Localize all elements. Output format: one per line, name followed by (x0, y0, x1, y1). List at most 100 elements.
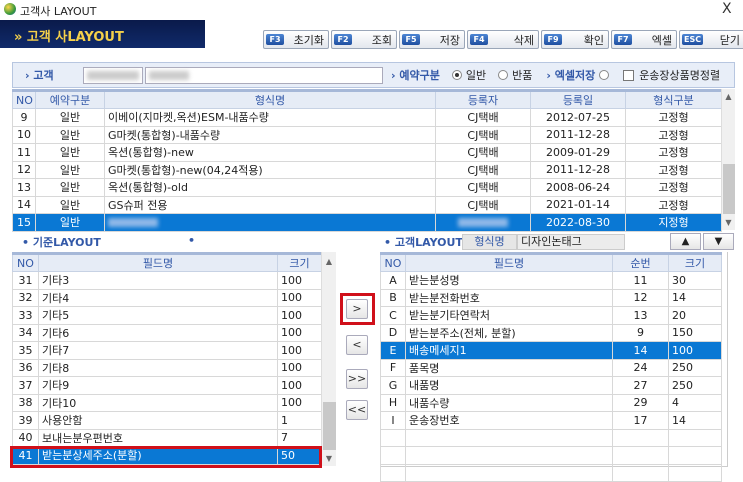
table-cell: 1 (277, 411, 322, 430)
table-cell: 100 (277, 358, 322, 377)
toolbar-button-저장[interactable]: F5 저장 (399, 30, 465, 49)
column-header[interactable]: 필드명 (405, 253, 613, 272)
column-header[interactable]: 형식구분 (625, 90, 722, 109)
table-row[interactable]: 38 기타10 100 (12, 393, 322, 412)
table-row[interactable]: 37 기타9 100 (12, 376, 322, 395)
scroll-thumb[interactable] (323, 402, 336, 450)
table-row[interactable]: 32 기타4 100 (12, 288, 322, 307)
toolbar-button-확인[interactable]: F9 확인 (541, 30, 609, 49)
table-row[interactable]: I 운송장번호 17 14 (380, 411, 722, 430)
close-button[interactable]: X (722, 1, 732, 17)
table-cell: 일반 (35, 108, 105, 127)
table-row[interactable]: 11 일반 옥션(통합형)-new CJ택배 2009-01-29 고정형 (12, 143, 722, 162)
table-row[interactable]: H 내품수량 29 4 (380, 393, 722, 412)
button-label: 닫기 (719, 33, 740, 47)
table-cell: 29 (612, 393, 669, 412)
column-header[interactable]: NO (12, 90, 36, 109)
table-cell: 2012-07-25 (530, 108, 626, 127)
column-header[interactable]: 필드명 (38, 253, 278, 272)
table-row[interactable]: F 품목명 24 250 (380, 358, 722, 377)
remove-field-button[interactable]: < (346, 335, 368, 355)
key-badge: F2 (334, 34, 352, 45)
table-row[interactable]: D 받는분주소(전체, 분할) 9 150 (380, 323, 722, 342)
table-cell: 받는분주소(전체, 분할) (405, 323, 613, 342)
table-row[interactable]: G 내품명 27 250 (380, 376, 722, 395)
radio-return-label: 반품 (512, 69, 533, 82)
add-field-button[interactable]: > (346, 299, 368, 319)
table-row[interactable]: 35 기타7 100 (12, 341, 322, 360)
radio-normal[interactable] (451, 70, 462, 80)
move-down-button[interactable]: ▼ (703, 233, 734, 250)
column-header[interactable]: 형식명 (104, 90, 436, 109)
table-cell: 250 (668, 376, 722, 395)
reservation-type-label: › 예약구분 (391, 69, 440, 82)
table-cell: 100 (277, 306, 322, 325)
radio-excel-save[interactable] (599, 70, 610, 80)
table-row[interactable]: 15 일반 2022-08-30 지정형 (12, 213, 722, 232)
format-name-input[interactable]: 디자인논태그 (517, 234, 625, 250)
table-cell: 37 (12, 376, 39, 395)
table-cell: 34 (12, 323, 39, 342)
customer-name-input[interactable] (145, 66, 383, 84)
table-row[interactable]: E 배송메세지1 14 100 (380, 341, 722, 360)
table-cell: 15 (12, 213, 36, 232)
table-cell: 14 (668, 411, 722, 430)
table-row[interactable]: 40 보내는분우편번호 7 (12, 428, 322, 447)
table-row[interactable]: 13 일반 옥션(통합형)-old CJ택배 2008-06-24 고정형 (12, 178, 722, 197)
header-row: NO 예약구분 형식명 등록자 등록일 형식구분 (12, 90, 722, 109)
table-cell: I (380, 411, 406, 430)
column-header[interactable]: 등록일 (530, 90, 626, 109)
base-grid-scrollbar[interactable]: ▲ ▼ (321, 252, 336, 466)
add-all-button[interactable]: >> (346, 369, 368, 389)
key-badge: F3 (266, 34, 284, 45)
toolbar-button-닫기[interactable]: ESC 닫기 (679, 30, 743, 49)
excel-save-label: › 엑셀저장 (546, 69, 596, 82)
button-label: 초기화 (293, 33, 324, 47)
scroll-thumb[interactable] (723, 164, 735, 214)
table-row[interactable]: B 받는분전화번호 12 14 (380, 288, 722, 307)
table-cell: CJ택배 (435, 160, 531, 179)
top-grid-scrollbar[interactable]: ▲ ▼ (721, 89, 735, 230)
table-cell: 사용안함 (38, 411, 278, 430)
table-row[interactable]: 39 사용안함 1 (12, 411, 322, 430)
table-row[interactable]: 34 기타6 100 (12, 323, 322, 342)
table-cell: A (380, 271, 406, 290)
column-header[interactable]: 크기 (277, 253, 322, 272)
table-row[interactable]: 31 기타3 100 (12, 271, 322, 290)
table-cell: 기타5 (38, 306, 278, 325)
layout-list-table: NO 예약구분 형식명 등록자 등록일 형식구분 9 일반 이베이(지마켓,옥션)ESM-내품수… (12, 89, 722, 232)
toolbar-button-삭제[interactable]: F4 삭제 (467, 30, 539, 49)
table-cell: 일반 (35, 213, 105, 232)
toolbar-button-조회[interactable]: F2 조회 (331, 30, 397, 49)
column-header[interactable]: 예약구분 (35, 90, 105, 109)
column-header[interactable]: NO (380, 253, 406, 272)
table-cell: GS슈퍼 전용 (104, 195, 436, 214)
column-header[interactable]: 등록자 (435, 90, 531, 109)
table-cell: 7 (277, 428, 322, 447)
move-up-button[interactable]: ▲ (670, 233, 701, 250)
customer-label: › 고객 (25, 69, 54, 82)
table-cell: 일반 (35, 160, 105, 179)
table-row[interactable]: 14 일반 GS슈퍼 전용 CJ택배 2021-01-14 고정형 (12, 195, 722, 214)
remove-all-button[interactable]: << (346, 400, 368, 420)
table-row[interactable]: 12 일반 G마켓(통합형)-new(04,24적용) CJ택배 2011-12-28 고… (12, 160, 722, 179)
sort-checkbox[interactable] (623, 69, 635, 81)
column-header[interactable]: 크기 (668, 253, 722, 272)
column-header[interactable]: NO (12, 253, 39, 272)
toolbar-button-초기화[interactable]: F3 초기화 (263, 30, 329, 49)
table-cell: CJ택배 (435, 195, 531, 214)
header-row: NO 필드명 크기 (12, 253, 322, 272)
table-row[interactable]: A 받는분성명 11 30 (380, 271, 722, 290)
key-badge: F9 (544, 34, 562, 45)
base-layout-label: • 기준LAYOUT (22, 236, 101, 249)
table-row[interactable]: 36 기타8 100 (12, 358, 322, 377)
table-row[interactable]: C 받는분기타연락처 13 20 (380, 306, 722, 325)
table-cell: 30 (668, 271, 722, 290)
radio-return[interactable] (498, 70, 509, 80)
column-header[interactable]: 순번 (612, 253, 669, 272)
toolbar-button-엑셀[interactable]: F7 엑셀 (611, 30, 677, 49)
table-row[interactable]: 9 일반 이베이(지마켓,옥션)ESM-내품수량 CJ택배 2012-07-25 고정형 (12, 108, 722, 127)
customer-code-input[interactable] (83, 66, 143, 84)
table-row[interactable]: 10 일반 G마켓(통합형)-내품수량 CJ택배 2011-12-28 고정형 (12, 125, 722, 144)
table-row[interactable]: 33 기타5 100 (12, 306, 322, 325)
